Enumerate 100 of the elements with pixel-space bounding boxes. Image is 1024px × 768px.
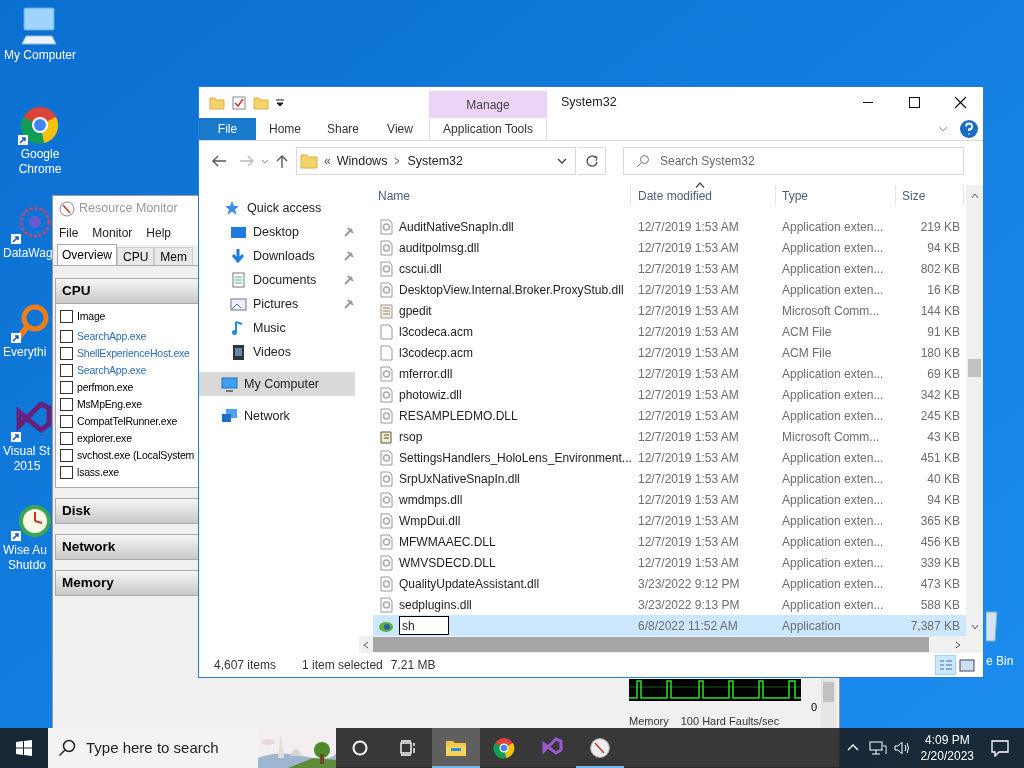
menu-item[interactable]: File bbox=[59, 224, 79, 242]
help-icon[interactable] bbox=[959, 119, 979, 139]
pin-icon[interactable] bbox=[343, 226, 355, 238]
clock-time[interactable]: 4:09 PM bbox=[924, 732, 970, 748]
table-cell-text: 12/7/2019 1:53 AM bbox=[637, 470, 740, 488]
checkbox[interactable] bbox=[60, 381, 73, 394]
section-header[interactable]: Network bbox=[55, 534, 199, 560]
pin-icon[interactable] bbox=[343, 250, 355, 262]
nav-item[interactable]: Videos bbox=[199, 340, 355, 364]
file-row[interactable]: cscui.dll 12/7/2019 1:53 AM Application exten... 802 KB bbox=[373, 258, 966, 279]
breadcrumb[interactable]: System32 bbox=[407, 151, 463, 171]
file-row[interactable]: wmdmps.dll 12/7/2019 1:53 AM Application exten... 94 KB bbox=[373, 489, 966, 510]
file-row[interactable]: WmpDui.dll 12/7/2019 1:53 AM Application exten... 365 KB bbox=[373, 510, 966, 531]
section-header[interactable]: Memory bbox=[55, 570, 199, 596]
checkbox[interactable] bbox=[60, 449, 73, 462]
file-row[interactable]: sedplugins.dll 3/23/2022 9:13 PM Application exten... 588 KB bbox=[373, 594, 966, 615]
scrollbar-thumb[interactable] bbox=[968, 359, 981, 377]
search-field[interactable]: Type here to search bbox=[48, 728, 336, 768]
icon-label: Chrome bbox=[18, 162, 62, 177]
scrollbar[interactable] bbox=[359, 636, 983, 653]
nav-label: Music bbox=[253, 319, 287, 337]
file-row[interactable]: SrpUxNativeSnapIn.dll 12/7/2019 1:53 AM Application exten... 40 KB bbox=[373, 468, 966, 489]
scrollbar[interactable] bbox=[966, 185, 983, 636]
chevron-right-icon bbox=[953, 639, 963, 650]
checkbox[interactable] bbox=[60, 466, 73, 479]
checkbox[interactable] bbox=[60, 398, 73, 411]
file-row[interactable]: AuditNativeSnapIn.dll 12/7/2019 1:53 AM Application exten... 219 KB bbox=[373, 216, 966, 237]
notification-icon[interactable] bbox=[990, 739, 1010, 757]
table-cell-text: 802 KB bbox=[919, 260, 961, 278]
trash-can-icon[interactable] bbox=[986, 610, 998, 642]
column-header[interactable]: Date modified bbox=[631, 185, 776, 206]
infinity-icon[interactable] bbox=[11, 402, 55, 444]
column-header[interactable]: Type bbox=[776, 185, 896, 206]
file-row[interactable]: QualityUpdateAssistant.dll 3/23/2022 9:12 PM Application exten... 473 KB bbox=[373, 573, 966, 594]
checkbox[interactable] bbox=[60, 347, 73, 360]
file-row[interactable]: mferror.dll 12/7/2019 1:53 AM Application exten... 69 KB bbox=[373, 363, 966, 384]
file-row[interactable]: sh 6/8/2022 11:52 AM Application 7,387 KB bbox=[373, 615, 966, 636]
file-row[interactable]: RESAMPLEDMO.DLL 12/7/2019 1:53 AM Application exten... 245 KB bbox=[373, 405, 966, 426]
search-field[interactable]: Search System32 bbox=[623, 147, 964, 175]
ribbon-tab[interactable]: Home bbox=[256, 118, 314, 140]
refresh-button[interactable] bbox=[578, 147, 606, 175]
checkbox[interactable] bbox=[60, 432, 73, 445]
settings-file-icon bbox=[378, 575, 395, 592]
ribbon-tab[interactable]: File bbox=[199, 118, 256, 140]
scrollbar-thumb[interactable] bbox=[373, 637, 929, 652]
nav-item[interactable]: Downloads bbox=[199, 244, 355, 268]
tab[interactable]: Mem bbox=[154, 247, 194, 265]
icon-label: Google bbox=[20, 147, 60, 162]
taskbar-app-button[interactable] bbox=[432, 728, 480, 768]
ribbon-tab[interactable]: Share bbox=[314, 118, 372, 140]
tab[interactable]: CPU bbox=[117, 247, 155, 265]
address-bar[interactable]: « Windows System32 bbox=[296, 147, 576, 175]
nav-item[interactable]: Network bbox=[199, 404, 355, 428]
breadcrumb[interactable]: Windows bbox=[336, 151, 388, 171]
file-name: wmdmps.dll bbox=[399, 491, 463, 509]
rename-field[interactable]: sh bbox=[399, 616, 449, 635]
tab[interactable]: Overview bbox=[57, 244, 117, 265]
file-row[interactable]: WMVSDECD.DLL 12/7/2019 1:53 AM Application exten... 339 KB bbox=[373, 552, 966, 573]
checkbox[interactable] bbox=[60, 415, 73, 428]
nav-item[interactable]: Quick access bbox=[199, 196, 355, 220]
scrollbar[interactable] bbox=[821, 679, 836, 729]
breadcrumb-overflow[interactable]: « bbox=[324, 152, 331, 170]
pin-icon[interactable] bbox=[343, 274, 355, 286]
nav-item[interactable]: My Computer bbox=[199, 372, 355, 396]
process-name: SearchApp.exe bbox=[77, 328, 147, 344]
menu-item[interactable]: Help bbox=[146, 224, 172, 242]
checkbox[interactable] bbox=[60, 310, 73, 323]
column-header[interactable]: Name bbox=[373, 185, 631, 206]
file-row[interactable]: SettingsHandlers_HoloLens_Environment... 12/7/2019 1:53 AM Application exten... 451 KB bbox=[373, 447, 966, 468]
checkbox[interactable] bbox=[60, 364, 73, 377]
file-row[interactable]: auditpolmsg.dll 12/7/2019 1:53 AM Application exten... 94 KB bbox=[373, 237, 966, 258]
section-header[interactable]: Disk bbox=[55, 498, 199, 524]
properties-icon[interactable] bbox=[231, 94, 247, 111]
column-header[interactable]: Size bbox=[896, 185, 964, 206]
clock-date[interactable]: 2/20/2023 bbox=[920, 748, 974, 764]
file-row[interactable]: l3codecp.acm 12/7/2019 1:53 AM ACM File 180 KB bbox=[373, 342, 966, 363]
network-icon[interactable] bbox=[868, 740, 887, 756]
table-cell-text: 342 KB bbox=[919, 386, 961, 404]
checkbox[interactable] bbox=[60, 330, 73, 343]
speaker-icon[interactable] bbox=[892, 740, 911, 756]
section-header[interactable]: CPU bbox=[55, 278, 199, 304]
table-cell-text: 3/23/2022 9:12 PM bbox=[637, 575, 741, 593]
file-row[interactable]: l3codeca.acm 12/7/2019 1:53 AM ACM File 91 KB bbox=[373, 321, 966, 342]
file-row[interactable]: photowiz.dll 12/7/2019 1:53 AM Application exten... 342 KB bbox=[373, 384, 966, 405]
file-row[interactable]: rsop 12/7/2019 1:53 AM Microsoft Comm... 43 KB bbox=[373, 426, 966, 447]
nav-item[interactable]: Documents bbox=[199, 268, 355, 292]
nav-item[interactable]: Desktop bbox=[199, 220, 355, 244]
nav-item[interactable]: Pictures bbox=[199, 292, 355, 316]
file-row[interactable]: MFWMAAEC.DLL 12/7/2019 1:53 AM Application exten... 456 KB bbox=[373, 531, 966, 552]
ribbon-tab[interactable]: Application Tools bbox=[429, 118, 547, 140]
ribbon-tab[interactable]: View bbox=[372, 118, 428, 140]
menu-item[interactable]: Monitor bbox=[92, 224, 133, 242]
scrollbar-thumb[interactable] bbox=[823, 682, 834, 702]
nav-item[interactable]: Music bbox=[199, 316, 355, 340]
table-cell-text: 12/7/2019 1:53 AM bbox=[637, 428, 740, 446]
picture-icon bbox=[230, 296, 247, 312]
file-row[interactable]: gpedit 12/7/2019 1:53 AM Microsoft Comm... 144 KB bbox=[373, 300, 966, 321]
table-cell-text: 180 KB bbox=[919, 344, 961, 362]
file-row[interactable]: DesktopView.Internal.Broker.ProxyStub.dll 12/7/2019 1:53 AM Application exten... 16 KB bbox=[373, 279, 966, 300]
pin-icon[interactable] bbox=[343, 298, 355, 310]
